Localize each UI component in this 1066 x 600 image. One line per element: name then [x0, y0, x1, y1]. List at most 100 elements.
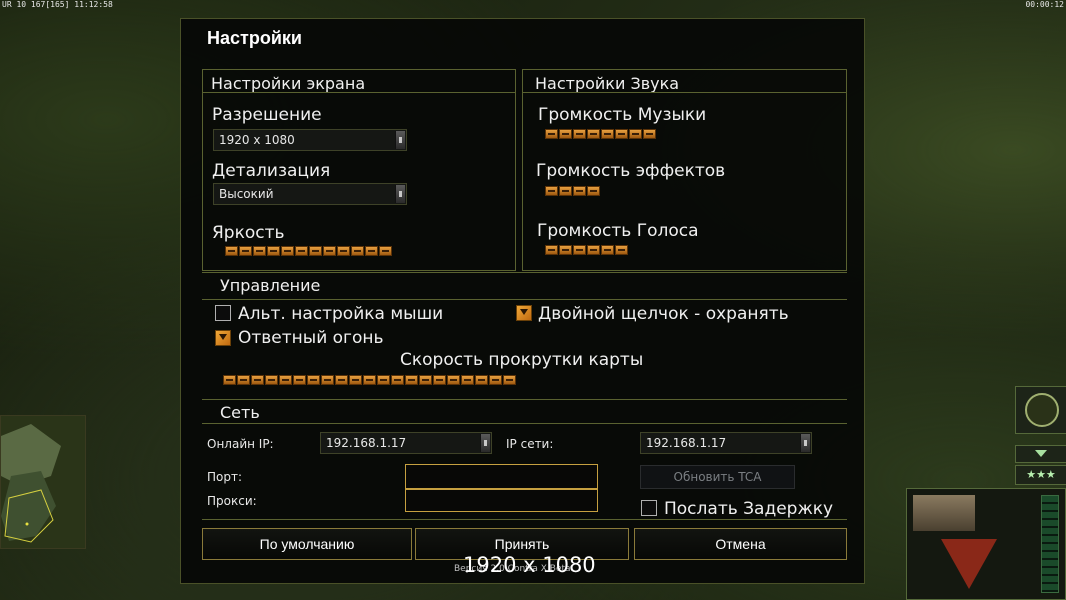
dropdown-arrow-icon[interactable] [395, 185, 405, 203]
slider-segment [643, 129, 656, 139]
panel-divider [523, 92, 846, 93]
slider-segment [615, 129, 628, 139]
resolution-label: Разрешение [212, 105, 322, 125]
slider-segment [293, 375, 306, 385]
slider-segment [265, 375, 278, 385]
lan-ip-value: 192.168.1.17 [646, 436, 727, 450]
power-meter [1041, 495, 1059, 593]
scroll-speed-label: Скорость прокрутки карты [400, 350, 644, 370]
slider-segment [225, 246, 238, 256]
voice-volume-label: Громкость Голоса [537, 221, 699, 241]
slider-segment [419, 375, 432, 385]
screen-settings-panel: Настройки экрана Разрешение 1920 x 1080 … [202, 69, 516, 271]
slider-segment [307, 375, 320, 385]
minimap[interactable] [0, 415, 86, 549]
unit-portrait [913, 495, 975, 531]
section-divider [202, 399, 847, 400]
alt-mouse-label: Альт. настройка мыши [238, 304, 444, 324]
slider-segment [351, 246, 364, 256]
online-ip-dropdown[interactable]: 192.168.1.17 [320, 432, 492, 454]
resolution-value: 1920 x 1080 [219, 133, 295, 147]
slider-segment [559, 245, 572, 255]
resolution-overlay-text: 1920 x 1080 [463, 553, 596, 577]
slider-segment [363, 375, 376, 385]
lan-ip-dropdown[interactable]: 192.168.1.17 [640, 432, 812, 454]
music-volume-label: Громкость Музыки [538, 105, 707, 125]
lan-ip-label: IP сети: [506, 437, 554, 451]
return-fire-label: Ответный огонь [238, 328, 384, 348]
network-heading: Сеть [220, 403, 260, 422]
return-fire-checkbox[interactable] [215, 330, 231, 346]
faction-emblem-icon [941, 539, 997, 589]
slider-segment [405, 375, 418, 385]
port-input[interactable] [405, 464, 598, 489]
double-click-label: Двойной щелчок - охранять [538, 304, 789, 324]
dropdown-arrow-icon[interactable] [480, 434, 490, 452]
slider-segment [365, 246, 378, 256]
slider-segment [587, 186, 600, 196]
slider-segment [309, 246, 322, 256]
slider-segment [461, 375, 474, 385]
slider-segment [251, 375, 264, 385]
send-delay-checkbox[interactable] [641, 500, 657, 516]
online-ip-value: 192.168.1.17 [326, 436, 407, 450]
hud-game-timer: 00:00:12 [1025, 0, 1064, 9]
dropdown-arrow-icon[interactable] [800, 434, 810, 452]
scroll-speed-slider[interactable] [223, 375, 516, 385]
music-volume-slider[interactable] [545, 129, 656, 139]
slider-segment [629, 129, 642, 139]
slider-segment [545, 129, 558, 139]
double-click-checkbox[interactable] [516, 305, 532, 321]
online-ip-label: Онлайн IP: [207, 437, 274, 451]
collapse-button[interactable] [1015, 445, 1066, 463]
slider-segment [587, 245, 600, 255]
voice-volume-slider[interactable] [545, 245, 628, 255]
section-divider [202, 423, 847, 424]
slider-segment [239, 246, 252, 256]
port-label: Порт: [207, 470, 243, 484]
slider-segment [545, 186, 558, 196]
slider-segment [295, 246, 308, 256]
cancel-button[interactable]: Отмена [634, 528, 847, 560]
panel-divider [203, 92, 515, 93]
slider-segment [573, 186, 586, 196]
defaults-button[interactable]: По умолчанию [202, 528, 412, 560]
controls-heading: Управление [220, 276, 321, 295]
slider-segment [503, 375, 516, 385]
slider-segment [379, 246, 392, 256]
slider-segment [323, 246, 336, 256]
rank-button[interactable]: ★★★ [1015, 465, 1066, 485]
detail-dropdown[interactable]: Высокий [213, 183, 407, 205]
slider-segment [559, 186, 572, 196]
detail-value: Высокий [219, 187, 274, 201]
section-divider [202, 519, 847, 520]
sound-settings-heading: Настройки Звука [535, 74, 680, 93]
hud-fps-clock: UR 10 167[165] 11:12:58 [2, 0, 113, 9]
effects-volume-label: Громкость эффектов [536, 161, 726, 181]
brightness-slider[interactable] [225, 246, 392, 256]
slider-segment [335, 375, 348, 385]
slider-segment [223, 375, 236, 385]
slider-segment [601, 129, 614, 139]
radar-button[interactable] [1015, 386, 1066, 434]
slider-segment [545, 245, 558, 255]
slider-segment [615, 245, 628, 255]
refresh-tca-button[interactable]: Обновить TCA [640, 465, 795, 489]
slider-segment [267, 246, 280, 256]
alt-mouse-checkbox[interactable] [215, 305, 231, 321]
effects-volume-slider[interactable] [545, 186, 600, 196]
slider-segment [573, 245, 586, 255]
section-divider [202, 272, 847, 273]
slider-segment [559, 129, 572, 139]
slider-segment [349, 375, 362, 385]
detail-label: Детализация [212, 161, 331, 181]
proxy-input[interactable] [405, 489, 598, 512]
command-panel [906, 488, 1066, 600]
proxy-label: Прокси: [207, 494, 257, 508]
slider-segment [281, 246, 294, 256]
slider-segment [475, 375, 488, 385]
slider-segment [253, 246, 266, 256]
resolution-dropdown[interactable]: 1920 x 1080 [213, 129, 407, 151]
settings-dialog: Настройки Настройки экрана Разрешение 19… [180, 18, 865, 584]
dropdown-arrow-icon[interactable] [395, 131, 405, 149]
